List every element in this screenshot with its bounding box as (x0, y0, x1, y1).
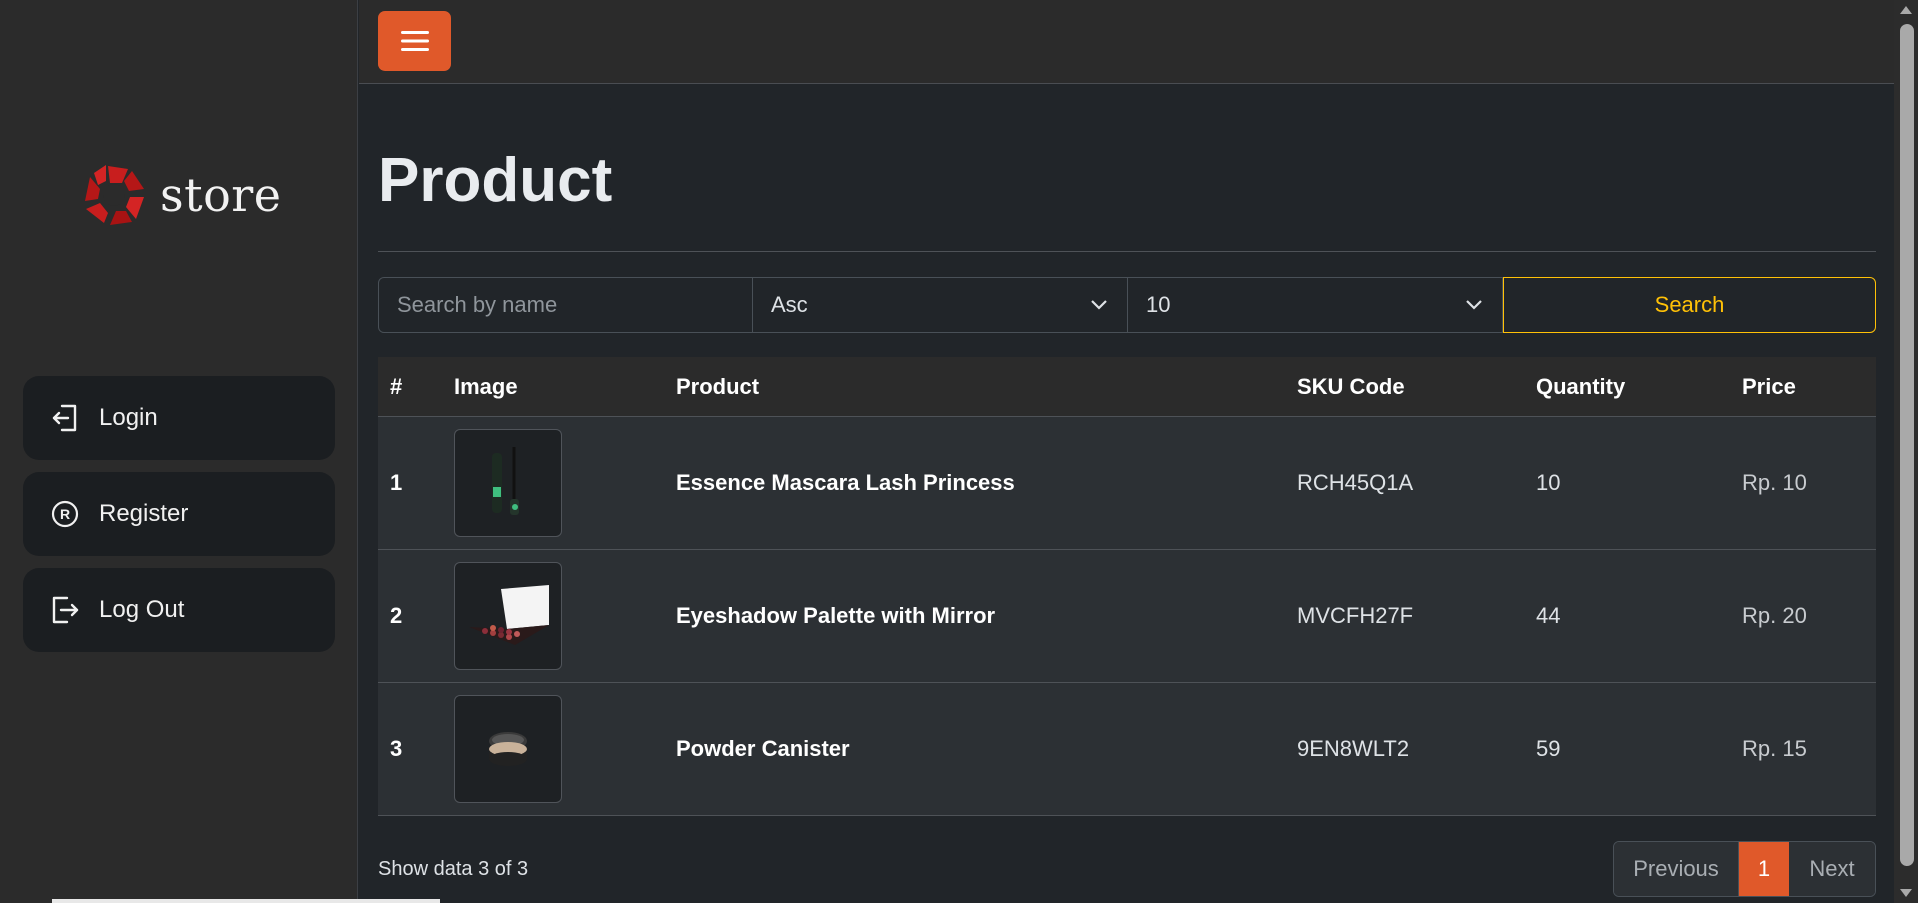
store-logo[interactable]: store (82, 160, 282, 230)
row-sku: 9EN8WLT2 (1297, 736, 1410, 761)
row-price: Rp. 20 (1742, 603, 1807, 628)
register-button[interactable]: R Register (23, 472, 335, 556)
login-button[interactable]: Login (23, 376, 335, 460)
menu-toggle-button[interactable] (378, 11, 451, 71)
image-cell (454, 562, 676, 670)
horizontal-scroll-indicator (52, 899, 440, 903)
row-price: Rp. 15 (1742, 736, 1807, 761)
row-product: Eyeshadow Palette with Mirror (676, 603, 996, 628)
row-quantity: 44 (1536, 603, 1561, 628)
next-page-button[interactable]: Next (1789, 842, 1875, 896)
limit-select-value: 10 (1146, 292, 1171, 317)
scroll-up-icon[interactable] (1900, 6, 1912, 14)
page-1-button[interactable]: 1 (1739, 842, 1789, 896)
header-sku: SKU Code (1297, 373, 1405, 399)
pagination: Previous 1 Next (1613, 841, 1876, 897)
image-cell (454, 429, 676, 537)
header-quantity: Quantity (1536, 373, 1626, 399)
chevron-down-icon (1466, 300, 1482, 310)
login-icon (49, 402, 81, 434)
table-row[interactable]: 1 Essence Mascara Lash Princess RCH45Q1A… (378, 417, 1876, 550)
data-count-text: Show data 3 of 3 (378, 858, 529, 880)
row-num: 3 (390, 736, 403, 761)
svg-text:R: R (60, 506, 70, 522)
header-num: # (390, 373, 403, 399)
row-num: 1 (390, 470, 403, 495)
row-product: Powder Canister (676, 736, 850, 761)
order-select[interactable]: Asc (753, 277, 1128, 333)
logout-button[interactable]: Log Out (23, 568, 335, 652)
image-cell (454, 695, 676, 803)
logo-text: store (160, 168, 282, 222)
header-image: Image (454, 373, 518, 399)
mascara-image (454, 429, 562, 537)
topbar (359, 0, 1894, 84)
row-quantity: 10 (1536, 470, 1561, 495)
row-sku: MVCFH27F (1297, 603, 1414, 628)
eyeshadow-palette-image (454, 562, 562, 670)
order-select-value: Asc (771, 292, 808, 317)
product-table: # Image Product SKU Code Quantity Price … (378, 357, 1876, 816)
login-label: Login (99, 404, 158, 431)
powder-canister-image (454, 695, 562, 803)
register-label: Register (99, 500, 189, 527)
sidebar: store Login R Register Log Out (0, 0, 358, 903)
header-price: Price (1742, 373, 1796, 399)
search-button[interactable]: Search (1503, 277, 1876, 333)
vertical-scrollbar[interactable] (1894, 0, 1918, 903)
aperture-logo-icon (85, 165, 144, 225)
row-product: Essence Mascara Lash Princess (676, 470, 1015, 495)
logout-label: Log Out (99, 596, 185, 623)
row-num: 2 (390, 603, 403, 628)
registered-icon: R (49, 498, 81, 530)
filter-bar: Search by name Asc 10 Search (378, 277, 1876, 333)
scroll-thumb[interactable] (1900, 24, 1914, 866)
logout-icon (49, 594, 81, 626)
row-sku: RCH45Q1A (1297, 470, 1414, 495)
row-quantity: 59 (1536, 736, 1561, 761)
table-header: # Image Product SKU Code Quantity Price (378, 357, 1876, 417)
table-row[interactable]: 3 Powder Canister 9EN8WLT2 59 Rp. 15 (378, 683, 1876, 816)
page-title: Product (378, 146, 613, 215)
chevron-down-icon (1091, 300, 1107, 310)
table-row[interactable]: 2 Eyeshadow Palette with Mirror MVCFH27F… (378, 550, 1876, 683)
scroll-down-icon[interactable] (1900, 889, 1912, 897)
previous-page-button[interactable]: Previous (1614, 842, 1739, 896)
divider (378, 251, 1876, 252)
header-product: Product (676, 373, 760, 399)
hamburger-icon (400, 31, 429, 51)
limit-select[interactable]: 10 (1128, 277, 1503, 333)
row-price: Rp. 10 (1742, 470, 1807, 495)
search-input[interactable]: Search by name (378, 277, 753, 333)
